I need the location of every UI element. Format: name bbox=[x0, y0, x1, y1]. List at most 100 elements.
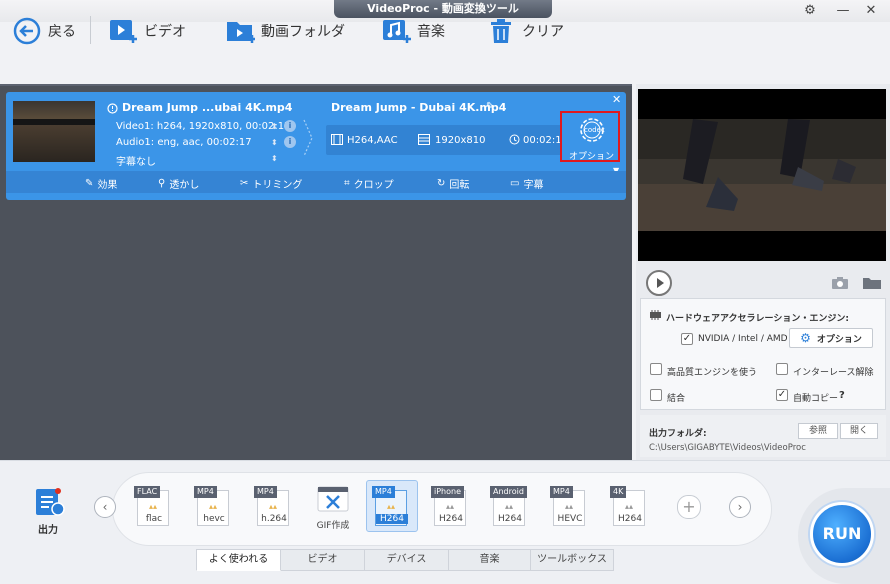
film-icon bbox=[331, 134, 343, 148]
nvidia-label: NVIDIA / Intel / AMD bbox=[698, 334, 788, 344]
hw-accel-title: ハードウェアアクセラレーション・エンジン: bbox=[666, 314, 849, 324]
merge-checkbox[interactable] bbox=[650, 389, 662, 401]
video-thumbnail[interactable] bbox=[13, 101, 95, 162]
crop-tool[interactable]: ⌗ クロップ bbox=[344, 176, 394, 191]
watermark-tool[interactable]: ⚲ 透かし bbox=[158, 176, 199, 191]
format-iphone-h264[interactable]: iPhone ▴▴ H264 bbox=[431, 486, 471, 528]
chip-icon bbox=[649, 310, 662, 323]
resolution-icon bbox=[418, 134, 430, 148]
add-format-plus-icon[interactable]: + bbox=[677, 495, 701, 519]
merge-label: 結合 bbox=[667, 394, 686, 404]
hq-engine-checkbox[interactable] bbox=[650, 363, 662, 375]
format-4k-h264[interactable]: 4K ▴▴ H264 bbox=[610, 486, 650, 528]
format-file-icon: ▴▴ bbox=[208, 502, 218, 511]
gear-icon: ⚙ bbox=[800, 331, 811, 345]
help-icon[interactable]: ? bbox=[839, 390, 845, 401]
output-filename[interactable]: Dream Jump - Dubai 4K.mp4 bbox=[331, 101, 506, 114]
nvidia-checkbox[interactable]: ✓ bbox=[681, 333, 693, 345]
format-mp4-hevc[interactable]: MP4 ▴▴ hevc bbox=[194, 486, 234, 528]
tab-toolbox[interactable]: ツールボックス bbox=[531, 549, 614, 571]
video-track-info[interactable]: Video1: h264, 1920x810, 00:02:17 bbox=[116, 121, 290, 132]
magic-wand-icon: ✎ bbox=[85, 178, 94, 189]
rotate-icon: ↻ bbox=[437, 178, 446, 189]
format-file-icon: ▴▴ bbox=[445, 502, 455, 511]
open-folder-icon[interactable] bbox=[862, 276, 882, 293]
effect-tool[interactable]: ✎ 効果 bbox=[85, 176, 117, 191]
output-folder-label: 出力フォルダ: bbox=[649, 429, 707, 439]
subtitle-track-stepper[interactable]: ⬍ bbox=[271, 154, 278, 163]
tab-video[interactable]: ビデオ bbox=[281, 549, 365, 571]
video-track-stepper[interactable]: ⬍ bbox=[271, 122, 278, 131]
stamp-icon: ⚲ bbox=[158, 178, 166, 189]
video-label: ビデオ bbox=[144, 24, 186, 40]
format-mp4-h264[interactable]: MP4 ▴▴ h.264 bbox=[254, 486, 294, 528]
minimize-button[interactable]: — bbox=[833, 1, 853, 21]
video-preview[interactable] bbox=[638, 89, 886, 261]
codec-option-label: オプション bbox=[569, 152, 615, 162]
auto-copy-checkbox[interactable]: ✓ bbox=[776, 389, 788, 401]
add-music-icon bbox=[381, 16, 411, 46]
hq-engine-label: 高品質エンジンを使う bbox=[667, 368, 758, 378]
output-folder-path[interactable]: C:\Users\GIGABYTE\Videos\VideoProc bbox=[649, 443, 806, 453]
tab-device[interactable]: デバイス bbox=[365, 549, 449, 571]
video-folder-icon bbox=[225, 16, 255, 46]
tab-popular[interactable]: よく使われる bbox=[196, 549, 281, 571]
add-music-button[interactable]: 音楽 bbox=[381, 14, 445, 48]
format-android-h264[interactable]: Android ▴▴ H264 bbox=[490, 486, 530, 528]
format-gif-maker[interactable]: GIF作成 bbox=[313, 486, 353, 531]
format-flac[interactable]: FLAC ▴▴ flac bbox=[134, 486, 174, 528]
audio-track-stepper[interactable]: ⬍ bbox=[271, 138, 278, 147]
carousel-prev-chevron-icon[interactable]: ‹ bbox=[94, 496, 116, 518]
output-profile-icon[interactable] bbox=[34, 487, 66, 522]
back-button[interactable]: 戻る bbox=[12, 14, 76, 48]
format-mp4-hevc-2[interactable]: MP4 ▴▴ HEVC bbox=[550, 486, 590, 528]
video-track-info-icon[interactable]: i bbox=[284, 120, 296, 132]
gif-tools-icon bbox=[317, 486, 349, 515]
snapshot-camera-icon[interactable] bbox=[831, 276, 849, 293]
format-mp4-h264-selected[interactable]: MP4 ▴▴ H264 bbox=[372, 486, 412, 528]
scissors-icon: ✂ bbox=[240, 178, 249, 189]
add-video-folder-button[interactable]: 動画フォルダ bbox=[225, 14, 345, 48]
format-category-tabs: よく使われる ビデオ デバイス 音楽 ツールボックス bbox=[196, 549, 614, 571]
carousel-next-chevron-icon[interactable]: › bbox=[729, 496, 751, 518]
format-file-icon: ▴▴ bbox=[148, 502, 158, 511]
format-file-icon: ▴▴ bbox=[624, 502, 634, 511]
audio-track-info[interactable]: Audio1: eng, aac, 00:02:17 bbox=[116, 137, 252, 148]
format-file-icon: ▴▴ bbox=[268, 502, 278, 511]
trash-icon bbox=[486, 16, 516, 46]
close-window-button[interactable]: ✕ bbox=[861, 1, 881, 21]
format-file-icon: ▴▴ bbox=[504, 502, 514, 511]
subtitle-tool[interactable]: ▭ 字幕 bbox=[510, 176, 543, 191]
subtitle-icon: ▭ bbox=[510, 178, 520, 189]
settings-gear-icon[interactable]: ⚙ bbox=[800, 1, 820, 21]
trim-tool[interactable]: ✂ トリミング bbox=[240, 176, 302, 191]
add-video-icon bbox=[108, 16, 138, 46]
output-resolution: 1920x810 bbox=[435, 135, 486, 146]
rotate-tool[interactable]: ↻ 回転 bbox=[437, 176, 469, 191]
audio-track-info-icon[interactable]: i bbox=[284, 136, 296, 148]
crop-icon: ⌗ bbox=[344, 178, 350, 189]
codec-label: codec bbox=[584, 126, 605, 134]
play-button[interactable] bbox=[646, 270, 672, 296]
toolbar-divider bbox=[90, 16, 91, 44]
auto-copy-label: 自動コピー bbox=[793, 394, 839, 404]
clear-button[interactable]: クリア bbox=[486, 14, 564, 48]
subtitle-track-info[interactable]: 字幕なし bbox=[116, 153, 156, 168]
clear-label: クリア bbox=[522, 24, 564, 40]
deinterlace-checkbox[interactable] bbox=[776, 363, 788, 375]
remove-task-close-icon[interactable]: ✕ bbox=[612, 93, 621, 106]
run-button[interactable]: RUN bbox=[810, 502, 874, 566]
add-video-button[interactable]: ビデオ bbox=[108, 14, 186, 48]
convert-arrow-icon bbox=[302, 118, 316, 161]
rename-pencil-icon[interactable]: ✎ bbox=[486, 101, 494, 112]
browse-button[interactable]: 参照 bbox=[798, 423, 838, 439]
back-label: 戻る bbox=[48, 24, 76, 40]
music-label: 音楽 bbox=[417, 24, 445, 40]
format-file-icon: ▴▴ bbox=[386, 502, 396, 511]
tab-music[interactable]: 音楽 bbox=[449, 549, 531, 571]
hw-option-button[interactable]: ⚙ オプション bbox=[789, 328, 873, 348]
clock-icon bbox=[509, 134, 520, 148]
output-duration: 00:02:17 bbox=[523, 135, 560, 146]
open-folder-button[interactable]: 開く bbox=[840, 423, 878, 439]
source-filename: Dream Jump ...ubai 4K.mp4 bbox=[122, 101, 293, 114]
